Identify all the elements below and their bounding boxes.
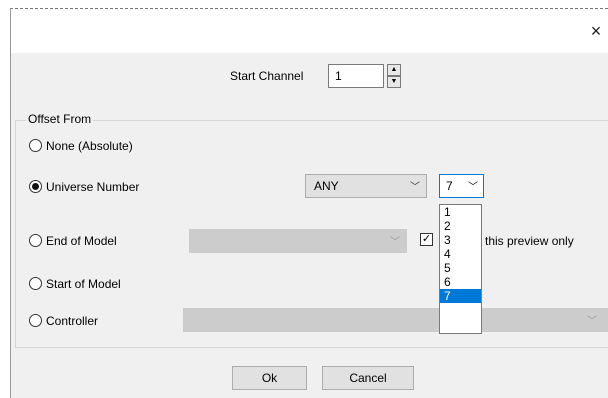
- universe-select-value: ANY: [314, 179, 339, 193]
- dropdown-option[interactable]: 5: [440, 261, 481, 275]
- start-channel-spinner[interactable]: ▲ ▼: [387, 64, 401, 88]
- dropdown-option[interactable]: 2: [440, 219, 481, 233]
- radio-start-of-model-label[interactable]: Start of Model: [46, 277, 121, 291]
- radio-start-of-model[interactable]: [29, 277, 42, 290]
- universe-number-select-value: 7: [446, 179, 453, 193]
- chevron-down-icon: ﹀: [390, 237, 400, 248]
- universe-number-dropdown[interactable]: 1234567: [439, 204, 482, 334]
- start-channel-label: Start Channel: [230, 69, 304, 83]
- check-icon: ✓: [421, 233, 432, 245]
- preview-only-checkbox[interactable]: ✓: [420, 233, 433, 246]
- start-channel-input[interactable]: 1: [328, 64, 384, 88]
- preview-only-label: this preview only: [485, 234, 574, 248]
- close-icon[interactable]: ×: [585, 16, 607, 46]
- dropdown-option[interactable]: 6: [440, 275, 481, 289]
- cancel-button[interactable]: Cancel: [322, 366, 414, 390]
- dropdown-option[interactable]: 7: [440, 289, 481, 303]
- ok-button[interactable]: Ok: [232, 366, 307, 390]
- radio-end-of-model-label[interactable]: End of Model: [46, 234, 117, 248]
- radio-controller-label[interactable]: Controller: [46, 314, 98, 328]
- spin-down-icon[interactable]: ▼: [387, 76, 401, 88]
- spin-up-icon[interactable]: ▲: [387, 64, 401, 76]
- dropdown-option[interactable]: 3: [440, 233, 481, 247]
- radio-none-absolute[interactable]: [29, 139, 42, 152]
- universe-number-select[interactable]: 7 ﹀: [439, 174, 484, 198]
- title-bar: [11, 9, 608, 53]
- radio-universe-number-label[interactable]: Universe Number: [46, 180, 139, 194]
- radio-universe-number[interactable]: [29, 180, 42, 193]
- chevron-down-icon: ﹀: [587, 316, 597, 327]
- dropdown-list: 1234567: [440, 205, 481, 303]
- end-of-model-select[interactable]: ﹀: [189, 229, 407, 253]
- offset-from-title: Offset From: [26, 112, 94, 126]
- chevron-down-icon: ﹀: [410, 182, 420, 193]
- radio-controller[interactable]: [29, 314, 42, 327]
- dropdown-option[interactable]: 1: [440, 205, 481, 219]
- radio-end-of-model[interactable]: [29, 234, 42, 247]
- chevron-down-icon: ﹀: [468, 182, 478, 193]
- radio-none-absolute-label[interactable]: None (Absolute): [46, 139, 133, 153]
- controller-select[interactable]: ﹀: [183, 308, 608, 332]
- dropdown-option[interactable]: 4: [440, 247, 481, 261]
- universe-select[interactable]: ANY ﹀: [305, 174, 427, 198]
